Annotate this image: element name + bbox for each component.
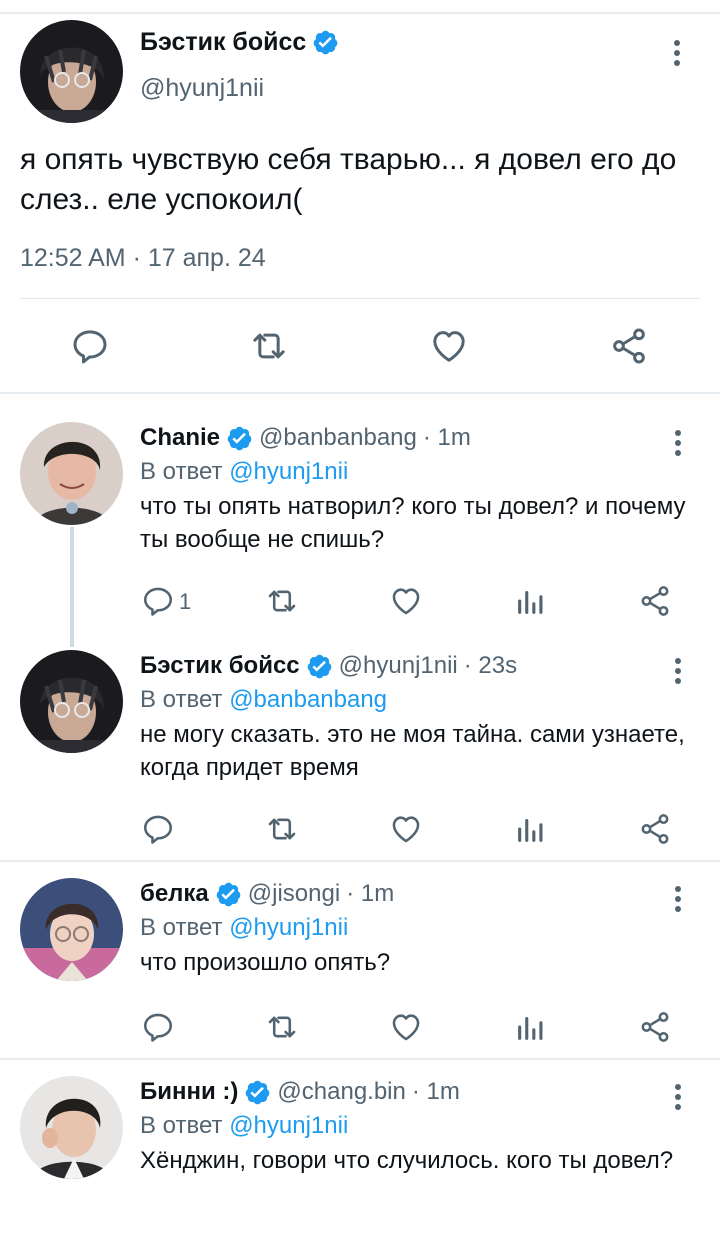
- author-name-row[interactable]: Бэстик бойсс: [140, 28, 339, 57]
- verified-badge-icon: [215, 881, 242, 908]
- share-icon[interactable]: [638, 584, 672, 618]
- reply-prefix: В ответ: [140, 458, 223, 485]
- views-icon[interactable]: [514, 812, 548, 846]
- reply-time: · 1m: [346, 880, 395, 907]
- avatar[interactable]: [20, 878, 123, 981]
- reply-time: · 1m: [411, 1078, 460, 1105]
- share-icon[interactable]: [638, 1010, 672, 1044]
- reply-header: белка @jisongi · 1m: [140, 880, 394, 908]
- retweet-icon[interactable]: [249, 326, 289, 366]
- reply-icon[interactable]: [141, 812, 175, 846]
- share-icon[interactable]: [638, 812, 672, 846]
- reply-icon[interactable]: [141, 1010, 175, 1044]
- reply-text: не могу сказать. это не моя тайна. сами …: [140, 721, 685, 781]
- avatar[interactable]: [20, 20, 123, 123]
- reply-prefix: В ответ: [140, 1112, 223, 1139]
- mention-link[interactable]: @hyunj1nii: [229, 458, 348, 485]
- share-icon[interactable]: [609, 326, 649, 366]
- divider: [0, 392, 720, 394]
- avatar[interactable]: [20, 650, 123, 753]
- author-name[interactable]: Бэстик бойсс: [140, 652, 300, 680]
- mention-link[interactable]: @hyunj1nii: [229, 914, 348, 941]
- reply-count: 1: [179, 589, 192, 614]
- author-handle[interactable]: @chang.bin: [277, 1078, 405, 1106]
- verified-badge-icon: [244, 1079, 271, 1106]
- author-name[interactable]: белка: [140, 880, 209, 908]
- verified-badge-icon: [226, 425, 253, 452]
- reply-context: В ответ @hyunj1nii: [140, 458, 348, 486]
- retweet-icon[interactable]: [265, 584, 299, 618]
- reply-header: Chanie @banbanbang · 1m: [140, 424, 471, 452]
- reply-time: · 23s: [463, 652, 518, 679]
- separator: [20, 298, 700, 299]
- reply-text: что произошло опять?: [140, 949, 391, 976]
- reply-prefix: В ответ: [140, 914, 223, 941]
- reply-icon[interactable]: [141, 584, 175, 618]
- views-icon[interactable]: [514, 1010, 548, 1044]
- reply-time: · 1m: [422, 424, 471, 451]
- reply-prefix: В ответ: [140, 686, 223, 713]
- divider: [0, 860, 720, 862]
- author-name[interactable]: Chanie: [140, 424, 220, 452]
- author-name[interactable]: Бинни :): [140, 1078, 238, 1106]
- tweet-timestamp[interactable]: 12:52 AM · 17 апр. 24: [20, 244, 266, 273]
- tweet-text: я опять чувствую себя тварью... я довел …: [20, 143, 677, 216]
- more-vertical-icon[interactable]: [674, 430, 682, 456]
- heart-icon[interactable]: [389, 584, 423, 618]
- reply-context: В ответ @banbanbang: [140, 686, 387, 714]
- author-handle[interactable]: @hyunj1nii: [339, 652, 458, 680]
- author-name[interactable]: Бэстик бойсс: [140, 28, 306, 57]
- more-vertical-icon[interactable]: [673, 40, 681, 66]
- author-handle[interactable]: @jisongi: [248, 880, 340, 908]
- divider: [0, 1058, 720, 1060]
- reply-header: Бинни :) @chang.bin · 1m: [140, 1078, 460, 1106]
- mention-link[interactable]: @banbanbang: [229, 686, 387, 713]
- verified-badge-icon: [312, 29, 339, 56]
- avatar[interactable]: [20, 422, 123, 525]
- author-handle[interactable]: @banbanbang: [259, 424, 417, 452]
- reply-text: что ты опять натворил? кого ты довел? и …: [140, 493, 686, 553]
- thread-connector: [70, 527, 74, 647]
- heart-icon[interactable]: [389, 1010, 423, 1044]
- heart-icon[interactable]: [389, 812, 423, 846]
- more-vertical-icon[interactable]: [674, 1084, 682, 1110]
- avatar[interactable]: [20, 1076, 123, 1179]
- author-handle[interactable]: @hyunj1nii: [140, 74, 264, 103]
- reply-context: В ответ @hyunj1nii: [140, 914, 348, 942]
- heart-icon[interactable]: [429, 326, 469, 366]
- more-vertical-icon[interactable]: [674, 658, 682, 684]
- mention-link[interactable]: @hyunj1nii: [229, 1112, 348, 1139]
- retweet-icon[interactable]: [265, 812, 299, 846]
- reply-icon[interactable]: [70, 326, 110, 366]
- views-icon[interactable]: [514, 584, 548, 618]
- reply-text: Хёнджин, говори что случилось. кого ты д…: [140, 1147, 674, 1174]
- more-vertical-icon[interactable]: [674, 886, 682, 912]
- top-divider: [0, 12, 720, 14]
- reply-context: В ответ @hyunj1nii: [140, 1112, 348, 1140]
- verified-badge-icon: [306, 653, 333, 680]
- reply-header: Бэстик бойсс @hyunj1nii · 23s: [140, 652, 517, 680]
- retweet-icon[interactable]: [265, 1010, 299, 1044]
